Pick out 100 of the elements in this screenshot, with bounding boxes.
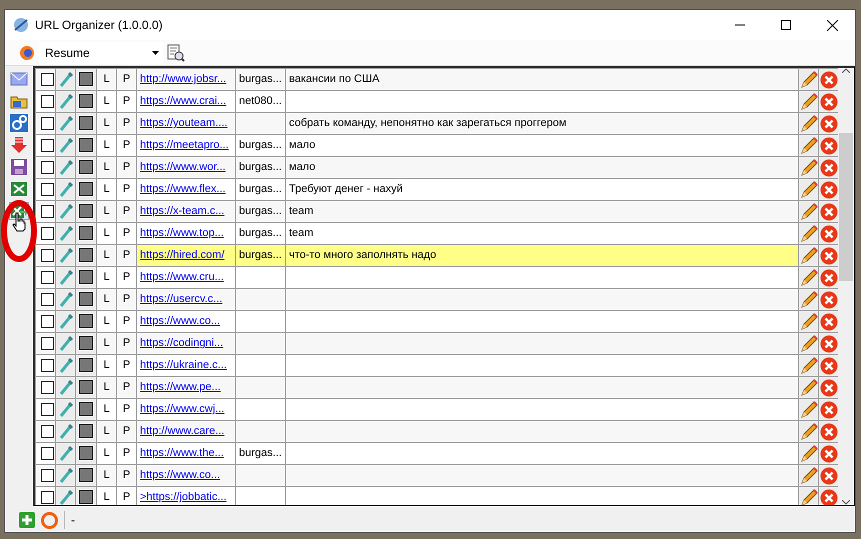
pencil-icon[interactable]	[800, 246, 818, 264]
eyedropper-icon[interactable]	[58, 225, 72, 242]
color-swatch-icon[interactable]	[79, 490, 93, 504]
delete-icon[interactable]	[820, 466, 838, 484]
pencil-icon[interactable]	[800, 158, 818, 176]
pencil-icon[interactable]	[800, 114, 818, 132]
color-swatch-icon[interactable]	[79, 314, 93, 328]
add-icon[interactable]	[19, 512, 35, 528]
delete-icon[interactable]	[820, 246, 838, 264]
row-checkbox[interactable]	[41, 314, 54, 328]
color-swatch-icon[interactable]	[79, 358, 93, 372]
pencil-icon[interactable]	[800, 444, 818, 462]
eyedropper-icon[interactable]	[58, 489, 72, 505]
document-search-icon[interactable]	[167, 44, 185, 62]
delete-icon[interactable]	[820, 444, 838, 462]
delete-icon[interactable]	[820, 202, 838, 220]
color-swatch-icon[interactable]	[79, 292, 93, 306]
pencil-icon[interactable]	[800, 378, 818, 396]
eyedropper-icon[interactable]	[58, 71, 72, 88]
pencil-icon[interactable]	[800, 70, 818, 88]
row-checkbox[interactable]	[41, 116, 54, 130]
pencil-icon[interactable]	[800, 136, 818, 154]
eyedropper-icon[interactable]	[58, 269, 72, 286]
eyedropper-icon[interactable]	[58, 313, 72, 330]
eyedropper-icon[interactable]	[58, 445, 72, 462]
pencil-icon[interactable]	[800, 224, 818, 242]
row-checkbox[interactable]	[41, 358, 54, 372]
eyedropper-icon[interactable]	[58, 379, 72, 396]
eyedropper-icon[interactable]	[58, 247, 72, 264]
color-swatch-icon[interactable]	[79, 270, 93, 284]
color-swatch-icon[interactable]	[79, 182, 93, 196]
delete-icon[interactable]	[820, 114, 838, 132]
pencil-icon[interactable]	[800, 290, 818, 308]
eyedropper-icon[interactable]	[58, 137, 72, 154]
eyedropper-icon[interactable]	[58, 181, 72, 198]
delete-icon[interactable]	[820, 488, 838, 505]
pencil-icon[interactable]	[800, 92, 818, 110]
pencil-icon[interactable]	[800, 268, 818, 286]
color-swatch-icon[interactable]	[79, 72, 93, 86]
eyedropper-icon[interactable]	[58, 291, 72, 308]
row-checkbox[interactable]	[41, 292, 54, 306]
delete-icon[interactable]	[820, 268, 838, 286]
row-checkbox[interactable]	[41, 402, 54, 416]
color-swatch-icon[interactable]	[79, 336, 93, 350]
color-swatch-icon[interactable]	[79, 160, 93, 174]
pencil-icon[interactable]	[800, 488, 818, 505]
row-checkbox[interactable]	[41, 94, 54, 108]
delete-icon[interactable]	[820, 158, 838, 176]
scrollbar[interactable]	[838, 68, 854, 505]
delete-icon[interactable]	[820, 356, 838, 374]
eyedropper-icon[interactable]	[58, 115, 72, 132]
color-swatch-icon[interactable]	[79, 138, 93, 152]
pencil-icon[interactable]	[800, 356, 818, 374]
row-checkbox[interactable]	[41, 160, 54, 174]
delete-icon[interactable]	[820, 180, 838, 198]
row-checkbox[interactable]	[41, 72, 54, 86]
delete-icon[interactable]	[820, 400, 838, 418]
delete-icon[interactable]	[820, 290, 838, 308]
row-checkbox[interactable]	[41, 226, 54, 240]
row-checkbox[interactable]	[41, 490, 54, 504]
row-checkbox[interactable]	[41, 336, 54, 350]
row-checkbox[interactable]	[41, 424, 54, 438]
pencil-icon[interactable]	[800, 180, 818, 198]
row-checkbox[interactable]	[41, 204, 54, 218]
row-checkbox[interactable]	[41, 270, 54, 284]
delete-icon[interactable]	[820, 378, 838, 396]
delete-icon[interactable]	[820, 70, 838, 88]
pencil-icon[interactable]	[800, 466, 818, 484]
color-swatch-icon[interactable]	[79, 248, 93, 262]
pencil-icon[interactable]	[800, 400, 818, 418]
row-checkbox[interactable]	[41, 380, 54, 394]
delete-icon[interactable]	[820, 334, 838, 352]
eyedropper-icon[interactable]	[58, 159, 72, 176]
pencil-icon[interactable]	[800, 422, 818, 440]
row-checkbox[interactable]	[41, 138, 54, 152]
row-checkbox[interactable]	[41, 446, 54, 460]
eyedropper-icon[interactable]	[58, 423, 72, 440]
delete-icon[interactable]	[820, 312, 838, 330]
profile-dropdown[interactable]: Resume	[39, 42, 163, 64]
delete-icon[interactable]	[820, 422, 838, 440]
row-checkbox[interactable]	[41, 248, 54, 262]
eyedropper-icon[interactable]	[58, 401, 72, 418]
delete-icon[interactable]	[820, 92, 838, 110]
color-swatch-icon[interactable]	[79, 468, 93, 482]
color-swatch-icon[interactable]	[79, 424, 93, 438]
eyedropper-icon[interactable]	[58, 203, 72, 220]
color-swatch-icon[interactable]	[79, 204, 93, 218]
eyedropper-icon[interactable]	[58, 93, 72, 110]
row-checkbox[interactable]	[41, 182, 54, 196]
pencil-icon[interactable]	[800, 202, 818, 220]
color-swatch-icon[interactable]	[79, 380, 93, 394]
pencil-icon[interactable]	[800, 334, 818, 352]
refresh-icon[interactable]	[41, 512, 58, 528]
color-swatch-icon[interactable]	[79, 116, 93, 130]
browser-icon[interactable]	[19, 44, 35, 60]
color-swatch-icon[interactable]	[79, 402, 93, 416]
color-swatch-icon[interactable]	[79, 446, 93, 460]
delete-icon[interactable]	[820, 224, 838, 242]
eyedropper-icon[interactable]	[58, 467, 72, 484]
color-swatch-icon[interactable]	[79, 226, 93, 240]
